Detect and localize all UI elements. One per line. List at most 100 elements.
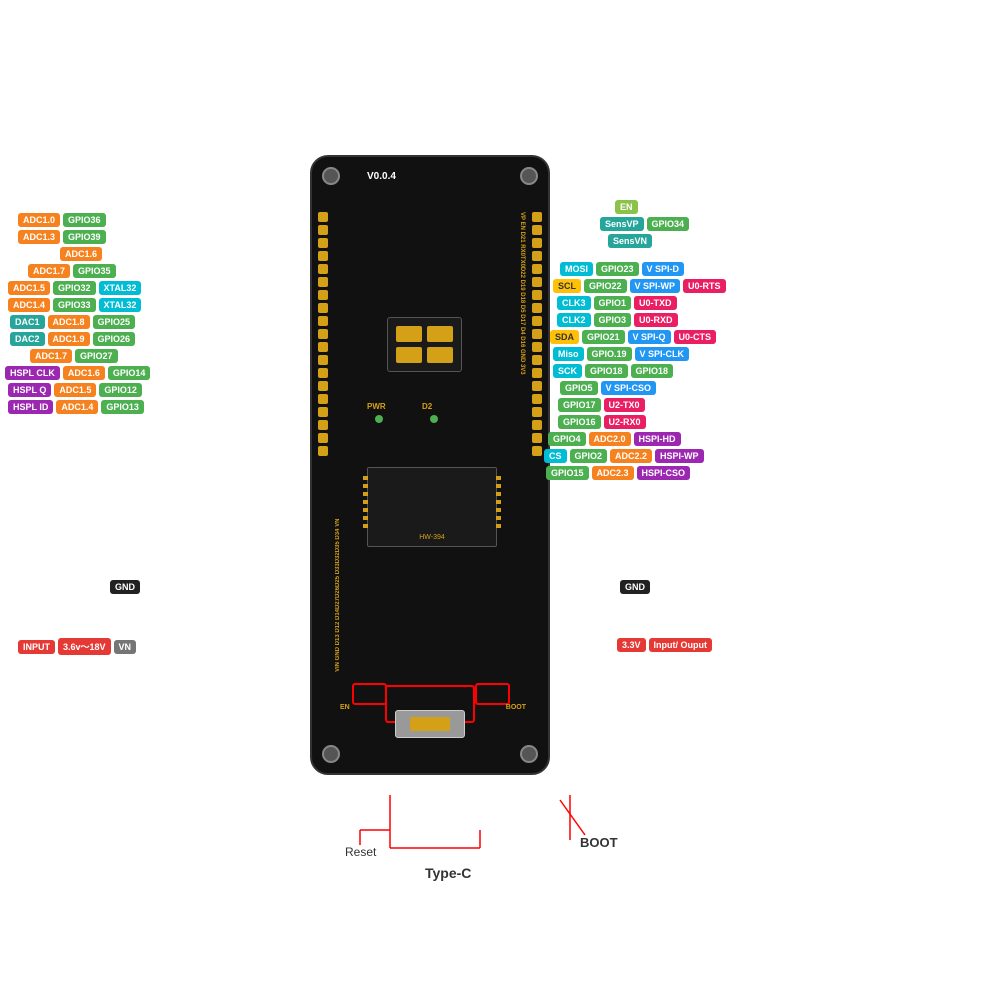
tag-hspl-q: HSPL Q <box>8 383 51 397</box>
tag-adc18: ADC1.8 <box>48 315 90 329</box>
tag-mosi: MOSI <box>560 262 593 276</box>
tag-dac2: DAC2 <box>10 332 45 346</box>
tag-adc14a: ADC1.4 <box>8 298 50 312</box>
tag-gpio19: GPIO.19 <box>587 347 632 361</box>
pin-right-sck: SCK GPIO18 GPIO18 <box>553 364 673 378</box>
tag-input: INPUT <box>18 640 55 654</box>
tag-sda: SDA <box>550 330 579 344</box>
pin-right-3v3: 3.3V Input/ Ouput <box>617 638 712 652</box>
tag-gpio33: GPIO33 <box>53 298 96 312</box>
d2-led <box>430 415 438 423</box>
pin-left-6: ADC1.4 GPIO33 XTAL32 <box>8 298 141 312</box>
tag-input-output: Input/ Ouput <box>649 638 712 652</box>
pin-right-gpio4: GPIO4 ADC2.0 HSPI-HD <box>548 432 681 446</box>
tag-3v3: 3.3V <box>617 638 646 652</box>
tag-vspi-d: V SPI-D <box>642 262 685 276</box>
pin-left-gnd: GND <box>110 580 140 594</box>
tag-gpio13: GPIO13 <box>101 400 144 414</box>
pin-right-en: EN <box>615 200 638 214</box>
tag-vspi-q: V SPI-Q <box>628 330 671 344</box>
pin-right-gpio17: GPIO17 U2-TX0 <box>558 398 645 412</box>
pwr-led <box>375 415 383 423</box>
tag-u0-rxd: U0-RXD <box>634 313 678 327</box>
tag-hspi-hd: HSPI-HD <box>634 432 681 446</box>
tag-adc22: ADC2.2 <box>610 449 652 463</box>
board: V0.0.4 PWR D2 <box>310 155 550 775</box>
tag-gpio27: GPIO27 <box>75 349 118 363</box>
tag-cs: CS <box>544 449 567 463</box>
tag-u0-cts: U0-CTS <box>674 330 717 344</box>
tag-adc13: ADC1.3 <box>18 230 60 244</box>
pin-left-input: INPUT 3.6v～18V VN <box>18 638 136 655</box>
en-bottom-label: EN <box>340 704 350 711</box>
tag-gnd-left: GND <box>110 580 140 594</box>
tag-hspl-clk: HSPL CLK <box>5 366 60 380</box>
tag-xtal32a: XTAL32 <box>99 281 142 295</box>
pin-left-9: ADC1.7 GPIO27 <box>30 349 118 363</box>
tag-gpio26: GPIO26 <box>93 332 136 346</box>
tag-u0-txd: U0-TXD <box>634 296 677 310</box>
left-pads <box>318 212 328 456</box>
tag-voltage: 3.6v～18V <box>58 638 111 655</box>
tag-dac1: DAC1 <box>10 315 45 329</box>
tag-adc16a: ADC1.6 <box>60 247 102 261</box>
tag-gpio22: GPIO22 <box>584 279 627 293</box>
pin-right-cs: CS GPIO2 ADC2.2 HSPI-WP <box>544 449 704 463</box>
tag-gpio32: GPIO32 <box>53 281 96 295</box>
hole-bl <box>322 745 340 763</box>
tag-gpio16: GPIO16 <box>558 415 601 429</box>
tag-adc17b: ADC1.7 <box>30 349 72 363</box>
tag-gpio2: GPIO2 <box>570 449 608 463</box>
tag-gpio35: GPIO35 <box>73 264 116 278</box>
boot-bottom-label: BOOT <box>506 704 526 711</box>
tag-gpio3: GPIO3 <box>594 313 632 327</box>
board-d2-label: D2 <box>422 402 432 411</box>
hole-tl <box>322 167 340 185</box>
tag-gpio21: GPIO21 <box>582 330 625 344</box>
right-vert-labels: VP EN D21 RX0TX0D22 D19 D18 D5 D17 D4 D1… <box>515 212 528 672</box>
tag-gpio25: GPIO25 <box>93 315 136 329</box>
tag-clk3: CLK3 <box>557 296 591 310</box>
board-version: V0.0.4 <box>367 171 396 182</box>
tag-gpio5: GPIO5 <box>560 381 598 395</box>
tag-u2-tx0: U2-TX0 <box>604 398 645 412</box>
main-chip <box>387 317 462 372</box>
tag-hspi-wp: HSPI-WP <box>655 449 704 463</box>
tag-gnd-right: GND <box>620 580 650 594</box>
pin-right-gpio16: GPIO16 U2-RX0 <box>558 415 646 429</box>
tag-gpio18b: GPIO18 <box>631 364 674 378</box>
tag-u0-rts: U0-RTS <box>683 279 726 293</box>
pin-left-10: HSPL CLK ADC1.6 GPIO14 <box>5 366 150 380</box>
tag-vspi-cso: V SPI-CSO <box>601 381 657 395</box>
tag-gpio1: GPIO1 <box>594 296 632 310</box>
ic-chip: HW-394 <box>367 467 497 547</box>
tag-adc19: ADC1.9 <box>48 332 90 346</box>
tag-gpio17: GPIO17 <box>558 398 601 412</box>
pin-left-3: ADC1.6 <box>60 247 102 261</box>
pin-right-sda: SDA GPIO21 V SPI-Q U0-CTS <box>550 330 716 344</box>
hole-br <box>520 745 538 763</box>
tag-sck: SCK <box>553 364 582 378</box>
pin-right-sensvn: SensVN <box>608 234 652 248</box>
pin-right-clk3: CLK3 GPIO1 U0-TXD <box>557 296 677 310</box>
tag-adc16b: ADC1.6 <box>63 366 105 380</box>
tag-adc20: ADC2.0 <box>589 432 631 446</box>
tag-miso: Miso <box>553 347 584 361</box>
boot-button[interactable] <box>475 683 510 705</box>
tag-adc17a: ADC1.7 <box>28 264 70 278</box>
pin-right-mosi: MOSI GPIO23 V SPI-D <box>560 262 684 276</box>
tag-gpio23: GPIO23 <box>596 262 639 276</box>
tag-gpio4: GPIO4 <box>548 432 586 446</box>
pin-left-7: DAC1 ADC1.8 GPIO25 <box>10 315 135 329</box>
pin-right-clk2: CLK2 GPIO3 U0-RXD <box>557 313 678 327</box>
tag-gpio12: GPIO12 <box>99 383 142 397</box>
tag-gpio39: GPIO39 <box>63 230 106 244</box>
reset-button[interactable] <box>352 683 387 705</box>
tag-gpio34: GPIO34 <box>647 217 690 231</box>
tag-sensvn: SensVN <box>608 234 652 248</box>
pin-right-miso: Miso GPIO.19 V SPI-CLK <box>553 347 689 361</box>
tag-vn: VN <box>114 640 137 654</box>
pin-right-gpio5: GPIO5 V SPI-CSO <box>560 381 656 395</box>
pin-left-5: ADC1.5 GPIO32 XTAL32 <box>8 281 141 295</box>
tag-hspl-id: HSPL ID <box>8 400 53 414</box>
